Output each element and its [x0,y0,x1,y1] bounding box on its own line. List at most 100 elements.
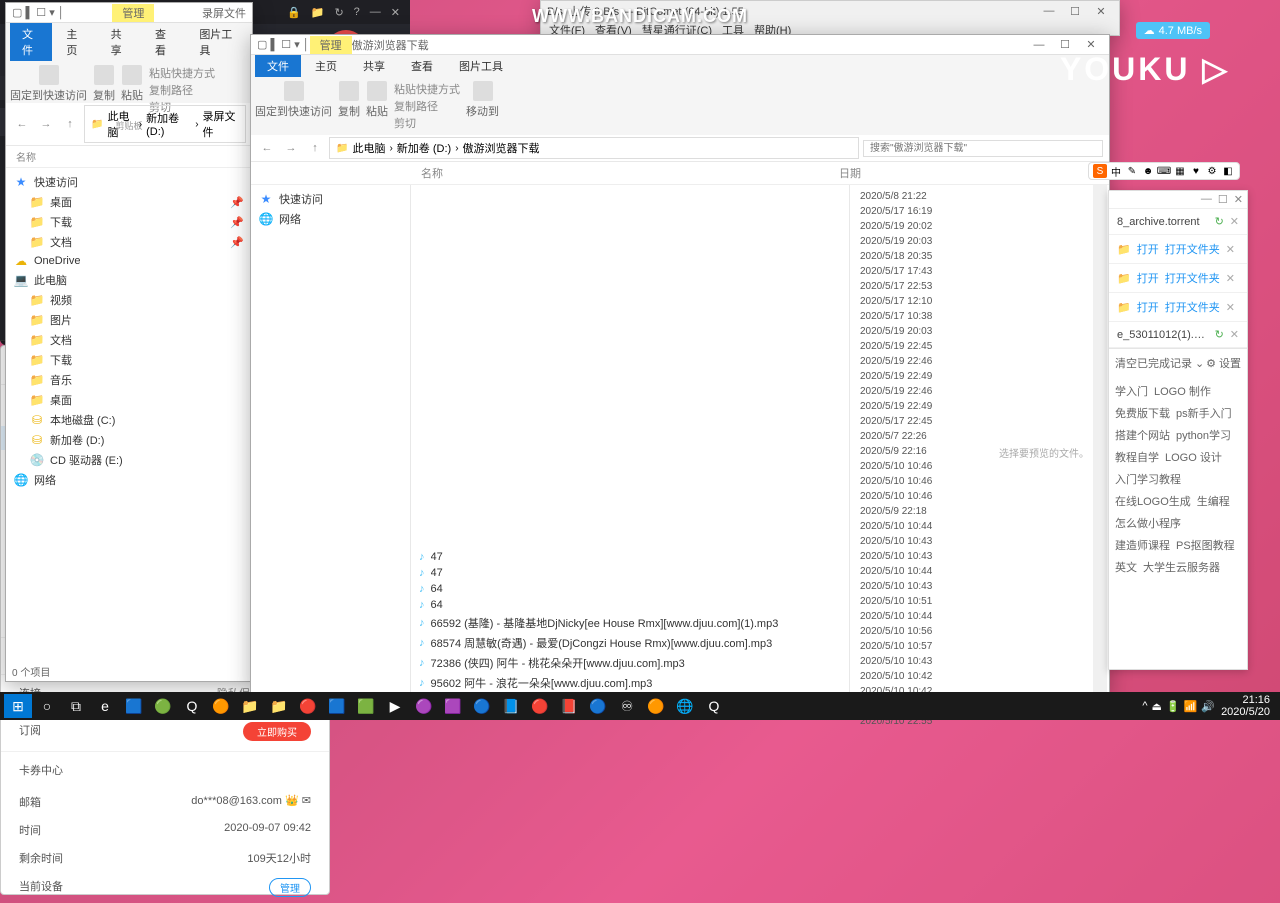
open-link[interactable]: 打开 [1137,299,1159,315]
ad-tag[interactable]: 在线LOGO生成 [1115,493,1191,509]
manage-button[interactable]: 管理 [269,878,311,897]
taskbar-item[interactable]: 🟠 [642,694,670,718]
ad-tag[interactable]: 教程自学 [1115,449,1159,465]
maximize-button[interactable]: ☐ [1063,3,1087,19]
breadcrumb-part[interactable]: 此电脑 [352,140,385,156]
forward-button[interactable]: → [281,138,301,158]
ad-tag[interactable]: 大学生云服务器 [1143,559,1220,575]
maximize-button[interactable]: ☐ [1218,193,1228,206]
pin-icon[interactable] [284,81,304,101]
ad-tag[interactable]: 怎么做小程序 [1115,515,1181,531]
copy-icon[interactable] [339,81,359,101]
ime-btn-1[interactable]: 中 [1109,164,1123,178]
tree-item[interactable]: 📁文档📌 [10,232,248,252]
sogou-ime-bar[interactable]: S中✎☻⌨▦♥⚙◧ [1088,162,1240,180]
taskbar-item[interactable]: ⊞ [4,694,32,718]
ribbon-tab[interactable]: 查看 [143,23,185,61]
qat[interactable]: ▢ ▌ ☐ ▾ │ [12,6,65,19]
minimize-button[interactable]: — [1037,3,1061,19]
file-row[interactable]: ♪47 [415,565,845,581]
remove-icon[interactable]: ✕ [1230,328,1239,341]
taskbar-item[interactable]: 🟢 [149,694,177,718]
back-button[interactable]: ← [12,114,32,134]
refresh-icon[interactable]: ↻ [334,6,343,19]
ad-tag[interactable]: 学入门 [1115,383,1148,399]
tree-item[interactable]: ★快速访问 [255,189,406,209]
file-row[interactable]: ♪66592 (基隆) - 基隆基地DjNicky[ee House Rmx][… [415,613,845,633]
ribbon-tab[interactable]: 查看 [399,55,445,77]
file-row[interactable]: ♪72386 (侠四) 阿牛 - 桃花朵朵开[www.djuu.com].mp3 [415,653,845,673]
taskbar-item[interactable]: ♾ [613,694,641,718]
forward-button[interactable]: → [36,114,56,134]
taskbar-item[interactable]: 📘 [497,694,525,718]
paste-icon[interactable] [122,65,142,85]
taskbar-item[interactable]: Q [700,694,728,718]
ime-btn-8[interactable]: ◧ [1221,164,1235,178]
ribbon-tab[interactable]: 主页 [54,23,96,61]
taskbar-item[interactable]: 🟦 [120,694,148,718]
taskbar-item[interactable]: e [91,694,119,718]
file-row[interactable]: ♪64 [415,597,845,613]
ribbon-tab[interactable]: 共享 [99,23,141,61]
ad-tag[interactable]: 搭建个网站 [1115,427,1170,443]
taskbar-item[interactable]: 🟩 [352,694,380,718]
ad-tag[interactable]: LOGO 设计 [1165,449,1222,465]
quickq-row[interactable]: 卡券中心 [1,751,329,788]
tree-item[interactable]: ☁OneDrive [10,252,248,270]
qat-2[interactable]: ▢ ▌ ☐ ▾ │ [257,38,310,51]
remove-icon[interactable]: ✕ [1226,301,1235,314]
ribbon-tab[interactable]: 图片工具 [447,55,515,77]
tree-item[interactable]: 📁视频 [10,290,248,310]
file-row[interactable]: ♪47 [415,549,845,565]
taskbar-item[interactable]: 📁 [265,694,293,718]
download-item[interactable]: e_53011012(1).apk↻✕ [1109,322,1247,348]
ad-tag[interactable]: 免费版下载 [1115,405,1170,421]
tree-item[interactable]: ⛁新加卷 (D:) [10,430,248,450]
folder-icon[interactable]: 📁 [311,6,325,19]
clear-completed-button[interactable]: 清空已完成记录 ⌄ [1115,355,1204,371]
ribbon-tab[interactable]: 主页 [303,55,349,77]
manage-tab-2[interactable]: 管理 [310,36,352,54]
ad-tag[interactable]: LOGO 制作 [1154,383,1211,399]
taskbar-item[interactable]: 🔴 [294,694,322,718]
taskbar-item[interactable]: 🌐 [671,694,699,718]
open-folder-link[interactable]: 打开文件夹 [1165,299,1220,315]
paste-icon[interactable] [367,81,387,101]
manage-tab[interactable]: 管理 [112,4,154,22]
download-item[interactable]: 📁打开 打开文件夹✕ [1109,293,1247,322]
tray-icon[interactable]: ⏏ [1152,700,1162,713]
ime-btn-0[interactable]: S [1093,164,1107,178]
taskbar-item[interactable]: 🟠 [207,694,235,718]
tree-item[interactable]: 📁音乐 [10,370,248,390]
breadcrumb-part[interactable]: 傲游浏览器下载 [463,140,540,156]
taskbar-item[interactable]: 🟣 [410,694,438,718]
tree-item[interactable]: ⛁本地磁盘 (C:) [10,410,248,430]
ad-tag[interactable]: PS抠图教程 [1176,537,1235,553]
ad-tag[interactable]: python学习 [1176,427,1231,443]
breadcrumb-part[interactable]: 新加卷 (D:) [397,140,451,156]
taskbar-item[interactable]: 🔴 [526,694,554,718]
download-item[interactable]: 📁打开 打开文件夹✕ [1109,264,1247,293]
remove-icon[interactable]: ✕ [1226,272,1235,285]
minimize-button[interactable]: — [1201,193,1212,206]
up-button[interactable]: ↑ [60,114,80,134]
cloud-speed-badge[interactable]: ☁4.7 MB/s [1136,22,1210,39]
tree-item[interactable]: 🌐网络 [10,470,248,490]
column-header-name[interactable]: 名称 [6,146,252,168]
open-folder-link[interactable]: 打开文件夹 [1165,270,1220,286]
tree-item[interactable]: 📁图片 [10,310,248,330]
breadcrumb-1[interactable]: 📁 此电脑 › 新加卷 (D:) › 录屏文件 [84,105,246,143]
taskbar-item[interactable]: 📁 [236,694,264,718]
tree-item[interactable]: 💻此电脑 [10,270,248,290]
tree-item[interactable]: 🌐网络 [255,209,406,229]
ribbon-tab[interactable]: 共享 [351,55,397,77]
ime-btn-5[interactable]: ▦ [1173,164,1187,178]
ribbon-tab[interactable]: 文件 [255,55,301,77]
breadcrumb-part[interactable]: 此电脑 [107,108,134,140]
taskbar-item[interactable]: 🔵 [468,694,496,718]
ribbon-tab[interactable]: 文件 [10,23,52,61]
minimize-icon[interactable]: — [370,6,381,19]
remove-icon[interactable]: ✕ [1226,243,1235,256]
file-row[interactable]: ♪64 [415,581,845,597]
close-icon[interactable]: ✕ [391,6,400,19]
